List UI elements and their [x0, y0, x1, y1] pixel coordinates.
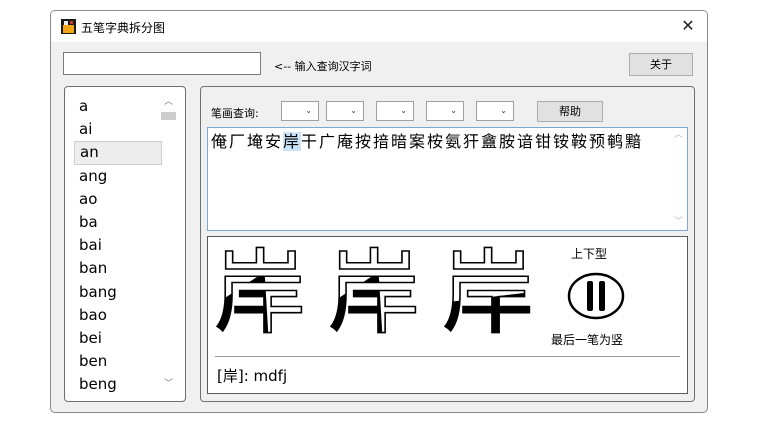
- vertical-stroke-icon: [567, 272, 625, 320]
- stroke-query-label: 笔画查询:: [211, 107, 259, 120]
- chevron-down-icon: ⌄: [350, 106, 357, 115]
- result-text[interactable]: 俺厂埯安岸干广庵按揞暗案桉氨犴盦胺谙钳铵鞍预鹌黯: [211, 130, 666, 153]
- chevron-down-icon: ⌄: [450, 106, 457, 115]
- pinyin-item[interactable]: ben: [74, 350, 162, 373]
- pinyin-scrollbar[interactable]: ︿ ﹀: [160, 95, 177, 392]
- last-stroke-label: 最后一笔为竖: [551, 333, 624, 347]
- chevron-down-icon: ⌄: [400, 106, 407, 115]
- query-panel: 笔画查询: ⌄ ⌄ ⌄ ⌄ ⌄ 帮助 俺厂埯安岸干广庵按揞暗案桉氨犴盦胺谙钳铵鞍…: [200, 86, 695, 402]
- close-button[interactable]: ✕: [677, 15, 699, 37]
- pinyin-item[interactable]: ang: [74, 165, 162, 188]
- search-hint: <-- 输入查询汉字词: [274, 60, 372, 73]
- window-title: 五笔字典拆分图: [81, 21, 166, 35]
- pinyin-panel: a ai an ang ao ba bai ban bang bao bei ben beng ︿ ﹀: [64, 86, 186, 402]
- glyph-step-2: 岸 岸: [327, 239, 421, 349]
- result-selected[interactable]: 岸: [283, 132, 302, 151]
- main-window: 五笔字典拆分图 ✕ <-- 输入查询汉字词 关于 a ai an ang ao ba bai…: [50, 10, 708, 413]
- pinyin-item[interactable]: ba: [74, 211, 162, 234]
- chevron-down-icon: ⌄: [500, 106, 507, 115]
- chevron-up-icon[interactable]: ︿: [670, 128, 687, 143]
- pinyin-item[interactable]: bai: [74, 234, 162, 257]
- wubi-code: [岸]: mdfj: [217, 367, 288, 385]
- scroll-thumb[interactable]: [161, 112, 176, 120]
- pinyin-item[interactable]: bao: [74, 304, 162, 327]
- app-icon: [61, 19, 76, 34]
- help-button[interactable]: 帮助: [537, 101, 603, 122]
- pinyin-item[interactable]: a: [74, 95, 162, 118]
- pinyin-item[interactable]: bei: [74, 327, 162, 350]
- close-icon: ✕: [681, 16, 695, 35]
- structure-type: 上下型: [571, 247, 608, 261]
- chevron-up-icon[interactable]: ︿: [160, 95, 177, 110]
- pinyin-item[interactable]: ai: [74, 118, 162, 141]
- stroke-select-5[interactable]: ⌄: [476, 101, 514, 121]
- title-bar: 五笔字典拆分图 ✕: [51, 11, 707, 42]
- pinyin-item[interactable]: an: [74, 141, 162, 165]
- glyph-step-1: 岸 岸: [213, 239, 307, 349]
- pinyin-item[interactable]: beng: [74, 373, 162, 396]
- stroke-select-3[interactable]: ⌄: [376, 101, 414, 121]
- chevron-down-icon: ⌄: [305, 106, 312, 115]
- decomposition-panel: 岸 岸 岸 岸 岸 岸 上下型 最后一笔为竖 [岸]: mdfj: [207, 236, 688, 394]
- result-after: 干广庵按揞暗案桉氨犴盦胺谙钳铵鞍预鹌黯: [301, 132, 644, 151]
- result-before: 俺厂埯安: [211, 132, 284, 151]
- result-scrollbar[interactable]: ︿ ﹀: [670, 128, 687, 230]
- pinyin-list[interactable]: a ai an ang ao ba bai ban bang bao bei ben beng: [74, 95, 162, 396]
- stroke-select-2[interactable]: ⌄: [326, 101, 364, 121]
- stroke-select-4[interactable]: ⌄: [426, 101, 464, 121]
- divider: [215, 356, 680, 357]
- about-button[interactable]: 关于: [629, 53, 693, 76]
- pinyin-item[interactable]: ao: [74, 188, 162, 211]
- pinyin-item[interactable]: bang: [74, 281, 162, 304]
- pinyin-item[interactable]: ban: [74, 257, 162, 280]
- search-input[interactable]: [63, 52, 261, 75]
- chevron-down-icon[interactable]: ﹀: [670, 215, 687, 230]
- glyph-step-3: 岸 岸: [441, 239, 535, 349]
- stroke-select-1[interactable]: ⌄: [281, 101, 319, 121]
- result-textarea[interactable]: 俺厂埯安岸干广庵按揞暗案桉氨犴盦胺谙钳铵鞍预鹌黯 ︿ ﹀: [207, 127, 688, 231]
- chevron-down-icon[interactable]: ﹀: [160, 377, 177, 392]
